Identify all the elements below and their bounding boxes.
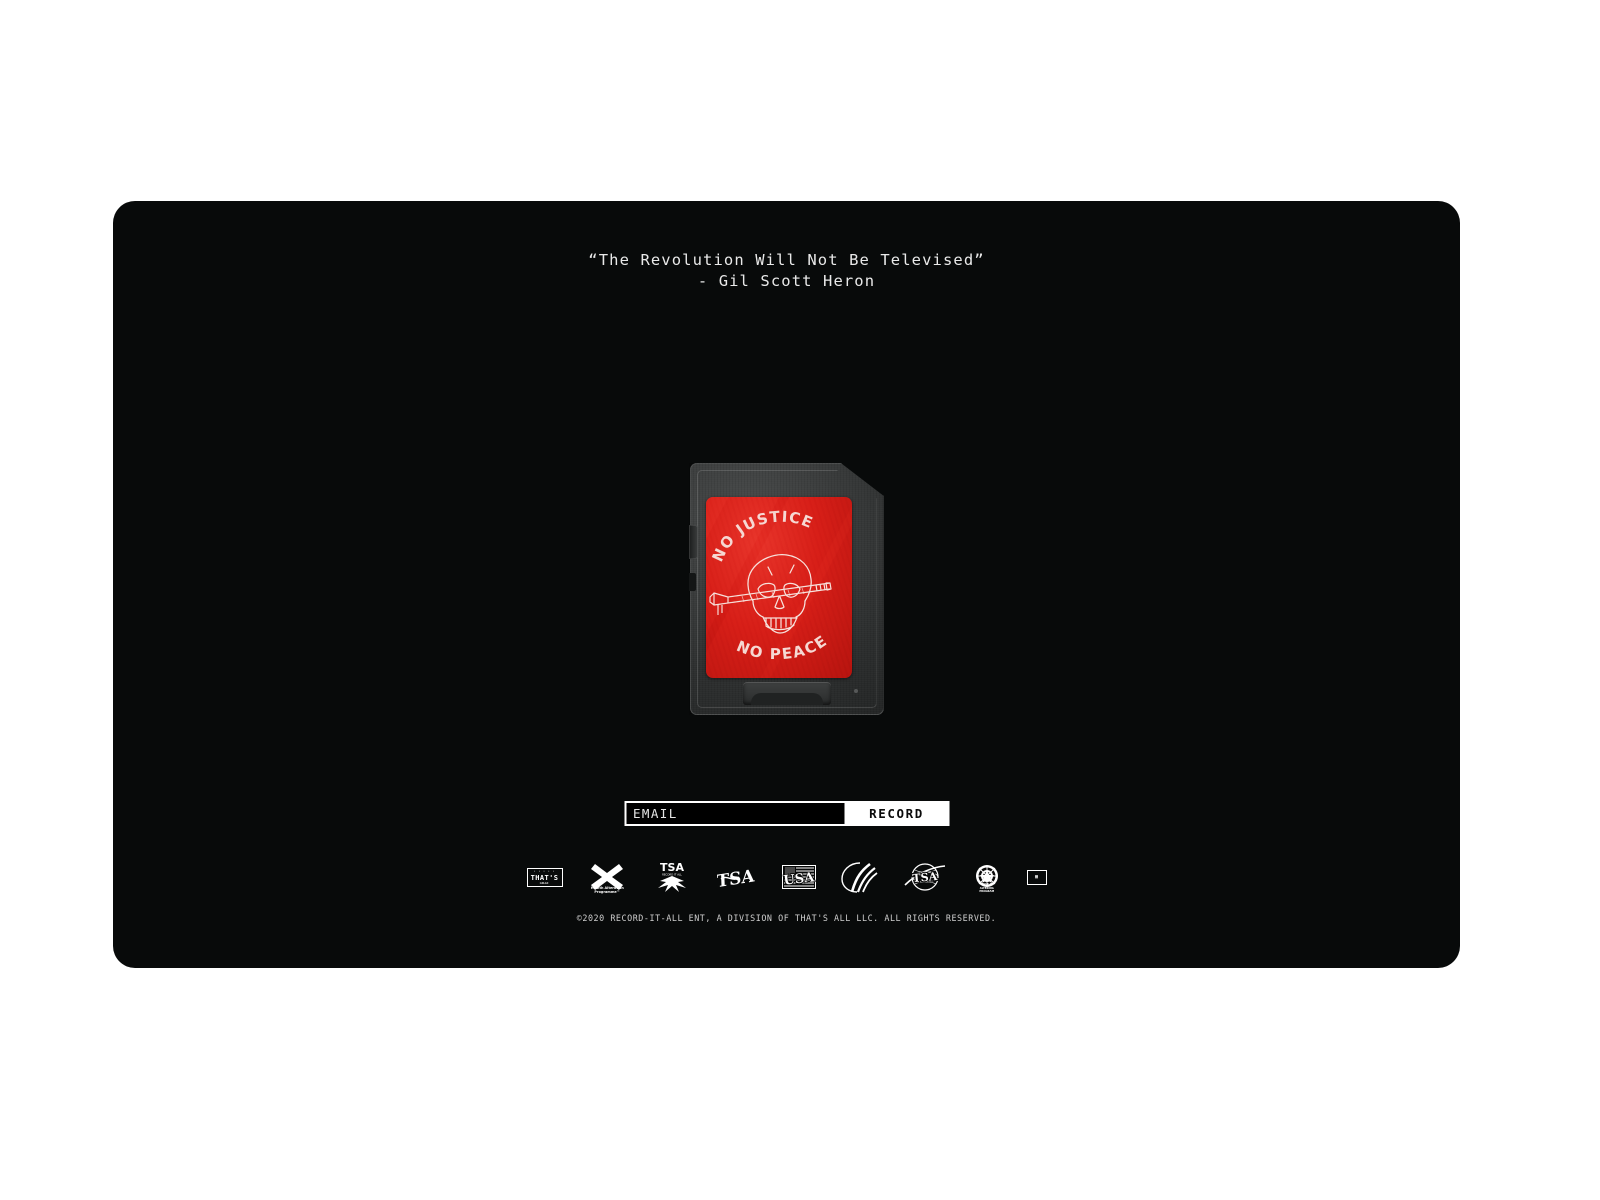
email-input[interactable]: [624, 801, 844, 826]
logo-nasa-globe-tsa[interactable]: TSA: [903, 862, 947, 892]
tsa-warped-icon: TSA: [717, 866, 755, 890]
logo-micro-box[interactable]: ▦: [1026, 869, 1047, 885]
logo-tsa-bull[interactable]: TSA RECORD IT ALL: [652, 860, 692, 894]
sd-card-label: NO JUSTICE NO PEACE: [705, 497, 852, 678]
usa-flag-icon: USA: [781, 865, 816, 889]
page-root: “The Revolution Will Not Be Televised” -…: [0, 0, 1600, 1200]
write-protect-notch: [688, 573, 696, 591]
micro-box-glyph: ▦: [1034, 874, 1038, 880]
hero-panel: “The Revolution Will Not Be Televised” -…: [113, 201, 1460, 968]
hero-quote: “The Revolution Will Not Be Televised” -…: [113, 250, 1460, 292]
world-seal-caption: WORLD ALTERING PROGRAM: [979, 883, 995, 893]
logo-thats-all[interactable]: • • • • • THAT'S ALL 2020: [526, 867, 563, 887]
logo-swoosh[interactable]: [840, 861, 878, 893]
sd-card: NO JUSTICE NO PEACE: [688, 463, 884, 715]
sd-card-grip-inner: [750, 693, 823, 705]
swoosh-icon: [841, 862, 878, 893]
svg-text:TSA: TSA: [660, 861, 684, 874]
quote-line-1: “The Revolution Will Not Be Televised”: [588, 251, 985, 269]
sd-card-dot: [853, 689, 858, 693]
svg-text:TSA: TSA: [912, 870, 938, 885]
no-justice-no-peace-artwork: NO JUSTICE NO PEACE: [708, 507, 832, 663]
logo-health-alteration[interactable]: Health Alteration Programme™: [587, 860, 627, 894]
signup-form: RECORD: [624, 801, 949, 826]
quote-line-2: - Gil Scott Heron: [697, 272, 876, 290]
record-submit-button[interactable]: RECORD: [844, 801, 949, 826]
logo-tsa-warped[interactable]: TSA: [717, 864, 757, 890]
svg-text:RECORD IT ALL: RECORD IT ALL: [662, 873, 682, 877]
thats-all-top-dots: • • • • •: [533, 869, 556, 873]
health-alteration-caption: Health Alteration Programme™: [590, 885, 624, 894]
logo-usa-flag[interactable]: USA: [781, 865, 816, 889]
partner-logo-strip: • • • • • THAT'S ALL 2020 Health Alterat…: [526, 856, 1047, 898]
logo-world-seal[interactable]: WORLD ALTERING PROGRAM: [972, 861, 1002, 893]
svg-text:NO PEACE: NO PEACE: [733, 631, 830, 663]
nasa-globe-icon: TSA: [904, 863, 946, 891]
tsa-bull-icon: TSA RECORD IT ALL: [658, 861, 686, 892]
write-protect-switch: [688, 525, 698, 559]
copyright-text: ©2020 RECORD-IT-ALL ENT, A DIVISION OF T…: [576, 913, 997, 923]
svg-text:NO JUSTICE: NO JUSTICE: [708, 507, 816, 564]
thats-all-year: 2020: [539, 882, 550, 885]
